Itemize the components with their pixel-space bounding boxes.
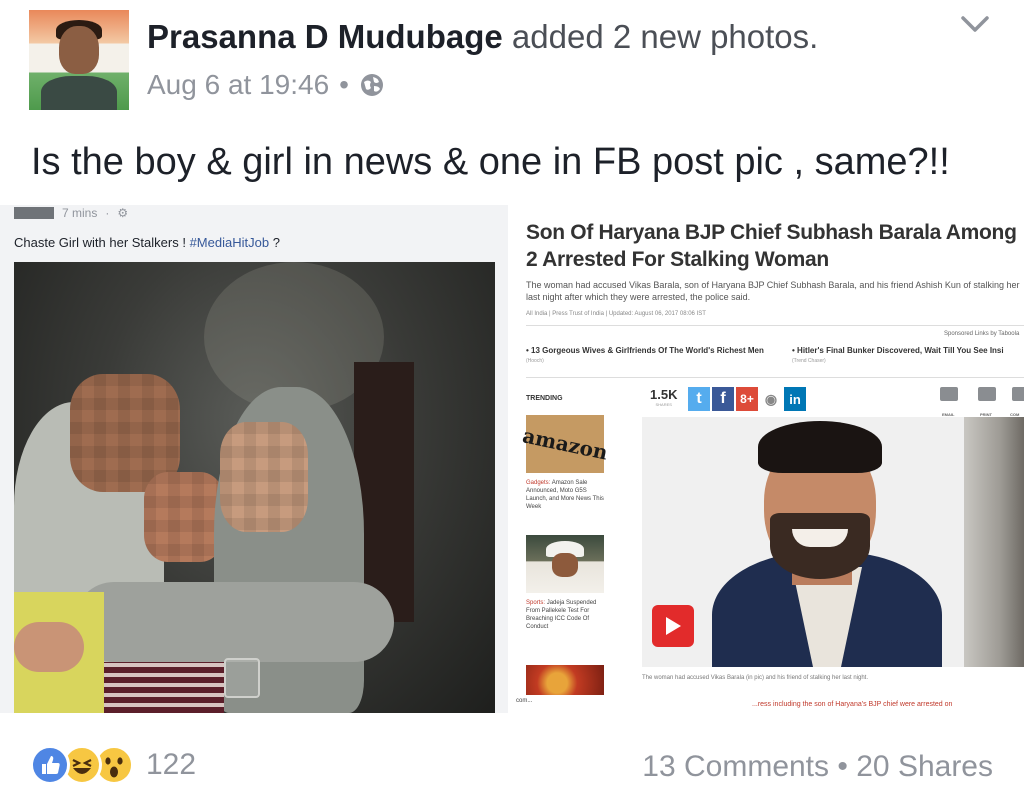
- author-name[interactable]: Prasanna D Mudubage: [147, 18, 503, 55]
- linkedin-glyph: in: [789, 391, 801, 407]
- trending-label: TRENDING: [526, 395, 563, 402]
- photo-right[interactable]: Son Of Haryana BJP Chief Subhash Barala …: [512, 205, 1024, 713]
- share-count-value: 1.5K: [650, 387, 678, 402]
- post-text: Is the boy & girl in news & one in FB po…: [31, 141, 950, 183]
- embedded-time: 7 mins: [62, 206, 98, 220]
- article-headline: Son Of Haryana BJP Chief Subhash Barala …: [526, 221, 1017, 271]
- sponsored-divider: [526, 325, 1024, 326]
- chevron-down-icon[interactable]: [958, 12, 992, 36]
- email-icon[interactable]: [940, 387, 958, 401]
- like-icon: [30, 745, 70, 785]
- comment-icon[interactable]: [1012, 387, 1024, 401]
- avatar[interactable]: [29, 10, 129, 110]
- reaction-count: 122: [146, 748, 197, 781]
- sponsored-item[interactable]: • Hitler's Final Bunker Discovered, Wait…: [792, 345, 1024, 367]
- avatar-face: [59, 26, 99, 74]
- reddit-glyph: ◉: [764, 390, 778, 407]
- hashtag-link[interactable]: #MediaHitJob: [190, 235, 270, 250]
- trending-item[interactable]: Gadgets: Amazon Sale Announced, Moto G5S…: [526, 479, 606, 511]
- article-summary: The woman had accused Vikas Barala, son …: [526, 280, 1020, 302]
- comments-link[interactable]: 13 Comments: [642, 750, 829, 783]
- share-count-label: SHARES: [655, 402, 672, 407]
- photo-left[interactable]: 7 mins · ⚙ Chaste Girl with her Stalkers…: [0, 205, 508, 713]
- blurred-face-center: [144, 472, 224, 562]
- engagement-separator: •: [837, 750, 848, 783]
- trending-category: Sports:: [526, 600, 546, 606]
- hair: [758, 421, 882, 473]
- print-icon[interactable]: [978, 387, 996, 401]
- amazon-logo: amazon: [520, 423, 610, 465]
- meta-separator: •: [339, 69, 349, 100]
- embedded-post-header: 7 mins · ⚙: [14, 205, 128, 221]
- article-photo-caption: The woman had accused Vikas Barala (in p…: [642, 675, 869, 681]
- group-photo: [14, 262, 495, 713]
- sponsored-bullet: •: [526, 346, 529, 355]
- reactions-summary[interactable]: 122: [30, 745, 196, 785]
- sponsored-title: 13 Gorgeous Wives & Girlfriends Of The W…: [531, 346, 764, 355]
- play-icon: [666, 617, 681, 635]
- embedded-caption: Chaste Girl with her Stalkers ! #MediaHi…: [14, 235, 280, 250]
- shares-link[interactable]: 20 Shares: [856, 750, 993, 783]
- linkedin-icon[interactable]: in: [784, 387, 806, 411]
- post-header: Prasanna D Mudubage added 2 new photos.: [147, 18, 818, 56]
- photo-grid: 7 mins · ⚙ Chaste Girl with her Stalkers…: [0, 205, 1024, 713]
- caption-text: Chaste Girl with her Stalkers !: [14, 235, 186, 250]
- trending-category: Gadgets:: [526, 480, 551, 486]
- embedded-avatar: [14, 207, 54, 219]
- player-face: [552, 553, 578, 577]
- glass: [224, 658, 260, 698]
- sponsored-label: Sponsored Links by Taboola: [944, 331, 1020, 337]
- side-thumbnail: [964, 417, 1024, 667]
- share-count: 1.5K SHARES: [650, 387, 677, 407]
- striped-sleeve: [104, 662, 224, 713]
- trending-item[interactable]: Sports: Jadeja Suspended From Pallekele …: [526, 599, 606, 631]
- sponsored-source: (Hooch): [526, 358, 544, 364]
- post-meta: Aug 6 at 19:46 •: [147, 69, 385, 101]
- facebook-glyph: f: [720, 390, 726, 407]
- twitter-glyph: t: [696, 390, 702, 407]
- arm-sleeve: [74, 582, 394, 662]
- post-timestamp[interactable]: Aug 6 at 19:46: [147, 69, 329, 101]
- post-action: added 2 new photos.: [511, 18, 819, 55]
- sponsored-bullet: •: [792, 346, 795, 355]
- blurred-face-right: [220, 422, 308, 532]
- sponsored-title: Hitler's Final Bunker Discovered, Wait T…: [797, 346, 1004, 355]
- sponsored-item[interactable]: • 13 Gorgeous Wives & Girlfriends Of The…: [526, 345, 776, 367]
- facebook-icon[interactable]: f: [712, 387, 734, 411]
- reddit-icon[interactable]: ◉: [760, 387, 782, 411]
- sponsored-divider-bottom: [526, 377, 1024, 378]
- gear-icon: ⚙: [117, 206, 129, 220]
- hand: [14, 622, 84, 672]
- engagement-summary: 13 Comments • 20 Shares: [642, 750, 993, 784]
- globe-icon: [360, 74, 383, 96]
- caption-suffix: ?: [272, 235, 280, 250]
- url-fragment: com...: [516, 698, 533, 704]
- twitter-icon[interactable]: t: [688, 387, 710, 411]
- avatar-shirt: [41, 76, 117, 110]
- google-plus-icon[interactable]: 8+: [736, 387, 758, 411]
- trending-thumb-sports[interactable]: [526, 535, 604, 593]
- trending-thumb-food[interactable]: [526, 665, 604, 695]
- sponsored-source: (Trend Chaser): [792, 358, 826, 364]
- article-byline: All India | Press Trust of India | Updat…: [526, 311, 706, 317]
- play-button[interactable]: [652, 605, 694, 647]
- trending-thumb-amazon[interactable]: amazon: [520, 415, 610, 473]
- google-plus-glyph: 8+: [740, 392, 754, 406]
- news-ticker: ...ress including the son of Haryana's B…: [752, 701, 953, 708]
- embedded-separator: ·: [105, 206, 110, 220]
